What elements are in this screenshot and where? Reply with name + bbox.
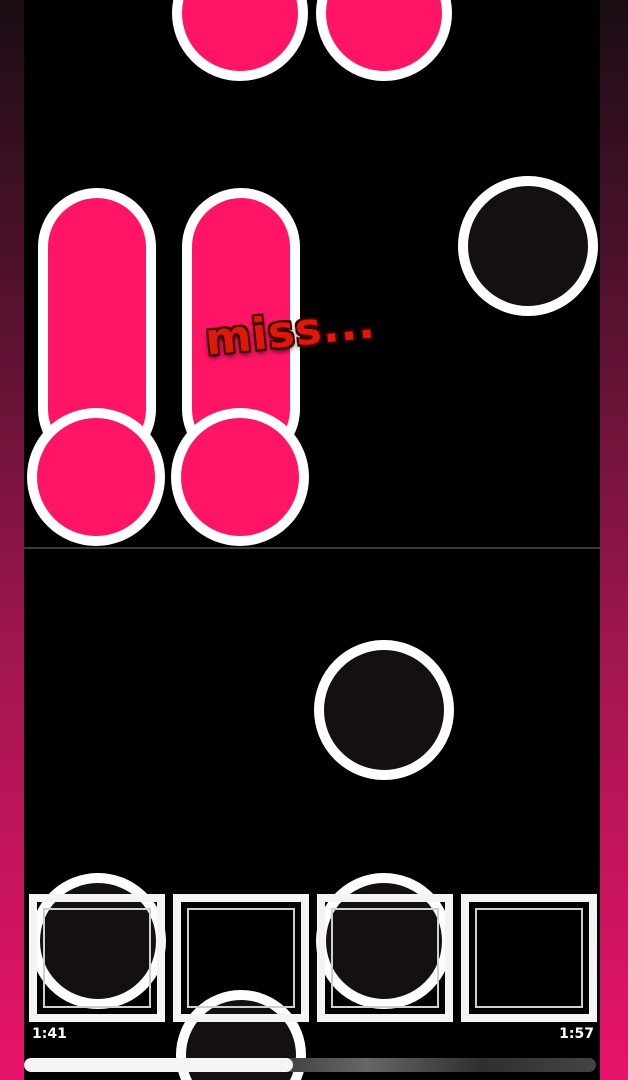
song-progress-bar[interactable]	[24, 1058, 596, 1072]
left-border	[0, 0, 24, 1080]
lane-divider	[24, 547, 600, 549]
lane-2-receptor[interactable]	[173, 894, 309, 1022]
current-time: 1:41	[32, 1026, 67, 1042]
hold-note-head	[27, 408, 165, 546]
right-border	[600, 0, 628, 1080]
lane-1-receptor[interactable]	[29, 894, 165, 1022]
total-time: 1:57	[559, 1026, 594, 1042]
playfield[interactable]	[24, 0, 600, 1080]
song-progress-fill	[24, 1058, 293, 1072]
tap-note	[458, 176, 598, 316]
tap-note	[316, 0, 452, 81]
hold-note-head	[171, 408, 309, 546]
lane-3-receptor[interactable]	[317, 894, 453, 1022]
tap-note	[314, 640, 454, 780]
tap-note	[172, 0, 308, 81]
lane-4-receptor[interactable]	[461, 894, 597, 1022]
